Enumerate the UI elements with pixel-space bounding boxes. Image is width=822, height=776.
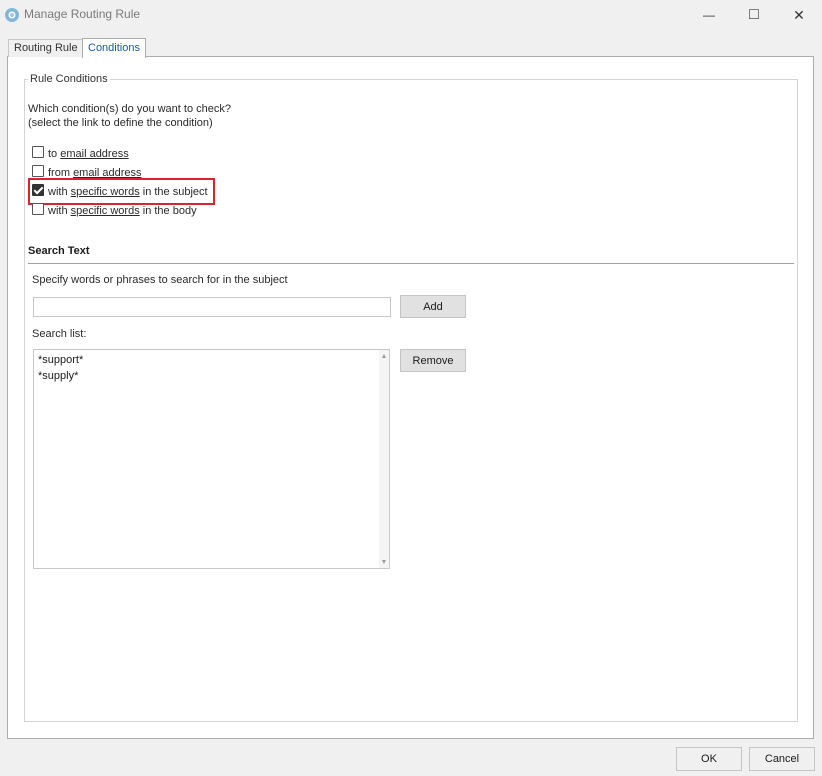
condition-prefix: with [48,205,71,217]
to-email-address-link[interactable]: email address [60,148,128,160]
list-item[interactable]: *support* [38,354,83,366]
search-text-title: Search Text [28,245,90,257]
search-text-input[interactable] [33,297,391,317]
condition-body-words-checkbox[interactable] [32,203,44,215]
minimize-button[interactable]: — [686,0,732,30]
tab-conditions[interactable]: Conditions [82,38,146,58]
remove-button[interactable]: Remove [400,349,466,372]
body-specific-words-link[interactable]: specific words [71,205,140,217]
search-instruction: Specify words or phrases to search for i… [32,274,288,286]
condition-to-email-label: to email address [48,148,129,160]
rule-conditions-legend: Rule Conditions [28,73,110,85]
search-list-label: Search list: [32,328,87,340]
condition-suffix: in the body [139,205,197,217]
list-item[interactable]: *supply* [38,370,78,382]
condition-from-email-checkbox[interactable] [32,165,44,177]
minimize-icon: — [703,8,715,22]
conditions-prompt-line1: Which condition(s) do you want to check? [28,103,231,115]
search-list[interactable]: *support* *supply* ▲ ▼ [33,349,390,569]
tab-routing-rule[interactable]: Routing Rule [8,39,84,57]
scroll-down-icon[interactable]: ▼ [379,557,389,567]
section-divider [28,263,794,264]
condition-to-email-checkbox[interactable] [32,146,44,158]
add-button[interactable]: Add [400,295,466,318]
cancel-button[interactable]: Cancel [749,747,815,771]
condition-body-words-label: with specific words in the body [48,205,197,217]
maximize-button[interactable]: □ [731,0,777,30]
list-scrollbar[interactable]: ▲ ▼ [379,350,389,568]
ok-button[interactable]: OK [676,747,742,771]
close-button[interactable]: ✕ [776,0,822,30]
conditions-prompt-line2: (select the link to define the condition… [28,117,213,129]
maximize-icon: □ [749,6,759,23]
condition-prefix: to [48,148,61,160]
app-icon [5,8,19,22]
close-icon: ✕ [793,6,805,23]
scroll-up-icon[interactable]: ▲ [379,351,389,361]
highlight-box [28,178,215,205]
window-title: Manage Routing Rule [24,7,141,21]
